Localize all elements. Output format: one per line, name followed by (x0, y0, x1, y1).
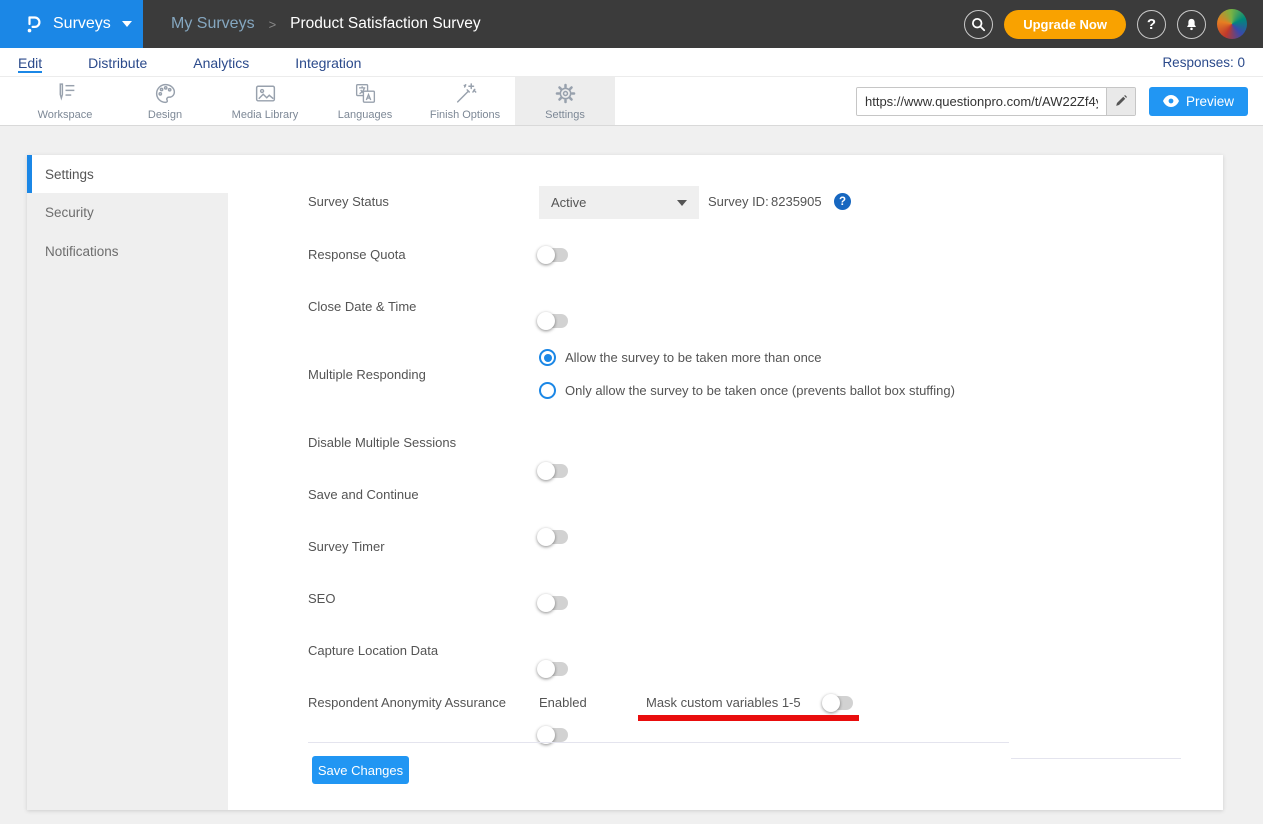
content-area: Settings Security Notifications Survey S… (0, 127, 1263, 824)
multiple-responding-option-1[interactable]: Allow the survey to be taken more than o… (539, 349, 822, 366)
toggle-knob (537, 660, 555, 678)
search-button[interactable] (964, 10, 993, 39)
edit-url-button[interactable] (1106, 88, 1135, 115)
breadcrumb: My Surveys > Product Satisfaction Survey (171, 15, 481, 33)
response-quota-label: Response Quota (308, 245, 406, 265)
product-switcher[interactable]: Surveys (0, 0, 143, 48)
sidebar-item-security[interactable]: Security (27, 193, 228, 232)
toolbar-item-label: Finish Options (430, 109, 500, 121)
questionpro-logo-icon (22, 13, 44, 35)
sidebar-item-notifications[interactable]: Notifications (27, 232, 228, 271)
top-header: Surveys My Surveys > Product Satisfactio… (0, 0, 1263, 48)
toolbar-item-label: Design (148, 109, 182, 121)
settings-form: Survey Status Active Survey ID: 8235905 … (228, 155, 1223, 810)
disable-multiple-sessions-toggle[interactable] (539, 464, 568, 478)
close-date-time-label: Close Date & Time (308, 297, 416, 317)
product-name: Surveys (53, 15, 111, 33)
survey-id-label: Survey ID: (708, 192, 769, 212)
survey-url-box (856, 87, 1136, 116)
survey-url-input[interactable] (857, 88, 1106, 115)
toggle-knob (822, 694, 840, 712)
tab-distribute[interactable]: Distribute (88, 48, 147, 76)
bell-icon (1184, 17, 1199, 32)
magic-wand-icon (453, 81, 478, 106)
tab-analytics[interactable]: Analytics (193, 48, 249, 76)
survey-id-help-icon[interactable]: ? (834, 193, 851, 210)
eye-icon (1163, 95, 1179, 107)
radio-option-label: Only allow the survey to be taken once (… (565, 383, 955, 398)
radio-option-label: Allow the survey to be taken more than o… (565, 350, 822, 365)
toolbar-item-languages[interactable]: Languages (315, 77, 415, 125)
toggle-knob (537, 246, 555, 264)
toggle-knob (537, 312, 555, 330)
save-changes-button[interactable]: Save Changes (312, 756, 409, 784)
question-mark-icon: ? (1147, 16, 1156, 33)
module-nav: Edit Distribute Analytics Integration Re… (0, 48, 1263, 76)
gear-icon (553, 81, 578, 106)
tab-integration[interactable]: Integration (295, 48, 361, 76)
radio-icon[interactable] (539, 349, 556, 366)
breadcrumb-parent-link[interactable]: My Surveys (171, 15, 255, 33)
preview-label: Preview (1186, 94, 1234, 109)
anonymity-status: Enabled (539, 693, 587, 713)
disable-multiple-sessions-label: Disable Multiple Sessions (308, 433, 456, 453)
pencil-icon (1114, 94, 1128, 108)
form-divider-right (1011, 758, 1181, 759)
toolbar-item-label: Workspace (38, 109, 93, 121)
toolbar-item-settings[interactable]: Settings (515, 77, 615, 125)
save-and-continue-label: Save and Continue (308, 485, 419, 505)
red-annotation-underline (638, 715, 859, 721)
survey-title: Product Satisfaction Survey (290, 15, 480, 33)
breadcrumb-separator: > (269, 17, 277, 32)
capture-location-data-label: Capture Location Data (308, 641, 438, 661)
tab-edit[interactable]: Edit (18, 48, 42, 76)
chevron-down-icon (122, 21, 132, 27)
toggle-knob (537, 528, 555, 546)
workspace-icon (53, 81, 78, 106)
respondent-anonymity-label: Respondent Anonymity Assurance (308, 693, 506, 713)
responses-count[interactable]: Responses: 0 (1162, 48, 1245, 76)
save-and-continue-toggle[interactable] (539, 530, 568, 544)
translate-icon (353, 81, 378, 106)
image-icon (253, 81, 278, 106)
toggle-knob (537, 594, 555, 612)
multiple-responding-label: Multiple Responding (308, 365, 426, 385)
edit-toolbar: Workspace Design Media Library Languages… (0, 76, 1263, 126)
mask-custom-variables-label: Mask custom variables 1-5 (646, 693, 801, 713)
toolbar-item-label: Settings (545, 109, 585, 121)
search-icon (971, 17, 986, 32)
user-avatar[interactable] (1217, 9, 1247, 39)
survey-timer-label: Survey Timer (308, 537, 385, 557)
survey-status-value: Active (551, 195, 586, 210)
notifications-button[interactable] (1177, 10, 1206, 39)
mask-custom-variables-toggle[interactable] (824, 696, 853, 710)
toolbar-item-design[interactable]: Design (115, 77, 215, 125)
toolbar-item-workspace[interactable]: Workspace (15, 77, 115, 125)
multiple-responding-option-2[interactable]: Only allow the survey to be taken once (… (539, 382, 955, 399)
toolbar-item-label: Languages (338, 109, 392, 121)
survey-id-value: 8235905 (771, 192, 822, 212)
form-divider (308, 742, 1009, 743)
settings-sidebar: Settings Security Notifications (27, 155, 228, 810)
palette-icon (153, 81, 178, 106)
sidebar-item-settings[interactable]: Settings (27, 155, 228, 193)
toolbar-item-label: Media Library (232, 109, 299, 121)
close-date-time-toggle[interactable] (539, 314, 568, 328)
radio-icon[interactable] (539, 382, 556, 399)
seo-toggle[interactable] (539, 662, 568, 676)
survey-status-select[interactable]: Active (539, 186, 699, 219)
toolbar-item-finish-options[interactable]: Finish Options (415, 77, 515, 125)
help-button[interactable]: ? (1137, 10, 1166, 39)
settings-card: Settings Security Notifications Survey S… (27, 155, 1223, 810)
preview-button[interactable]: Preview (1149, 87, 1248, 116)
survey-status-label: Survey Status (308, 192, 389, 212)
seo-label: SEO (308, 589, 335, 609)
chevron-down-icon (677, 200, 687, 206)
response-quota-toggle[interactable] (539, 248, 568, 262)
toolbar-item-media-library[interactable]: Media Library (215, 77, 315, 125)
capture-location-data-toggle[interactable] (539, 728, 568, 742)
upgrade-now-button[interactable]: Upgrade Now (1004, 10, 1126, 39)
toggle-knob (537, 462, 555, 480)
survey-timer-toggle[interactable] (539, 596, 568, 610)
